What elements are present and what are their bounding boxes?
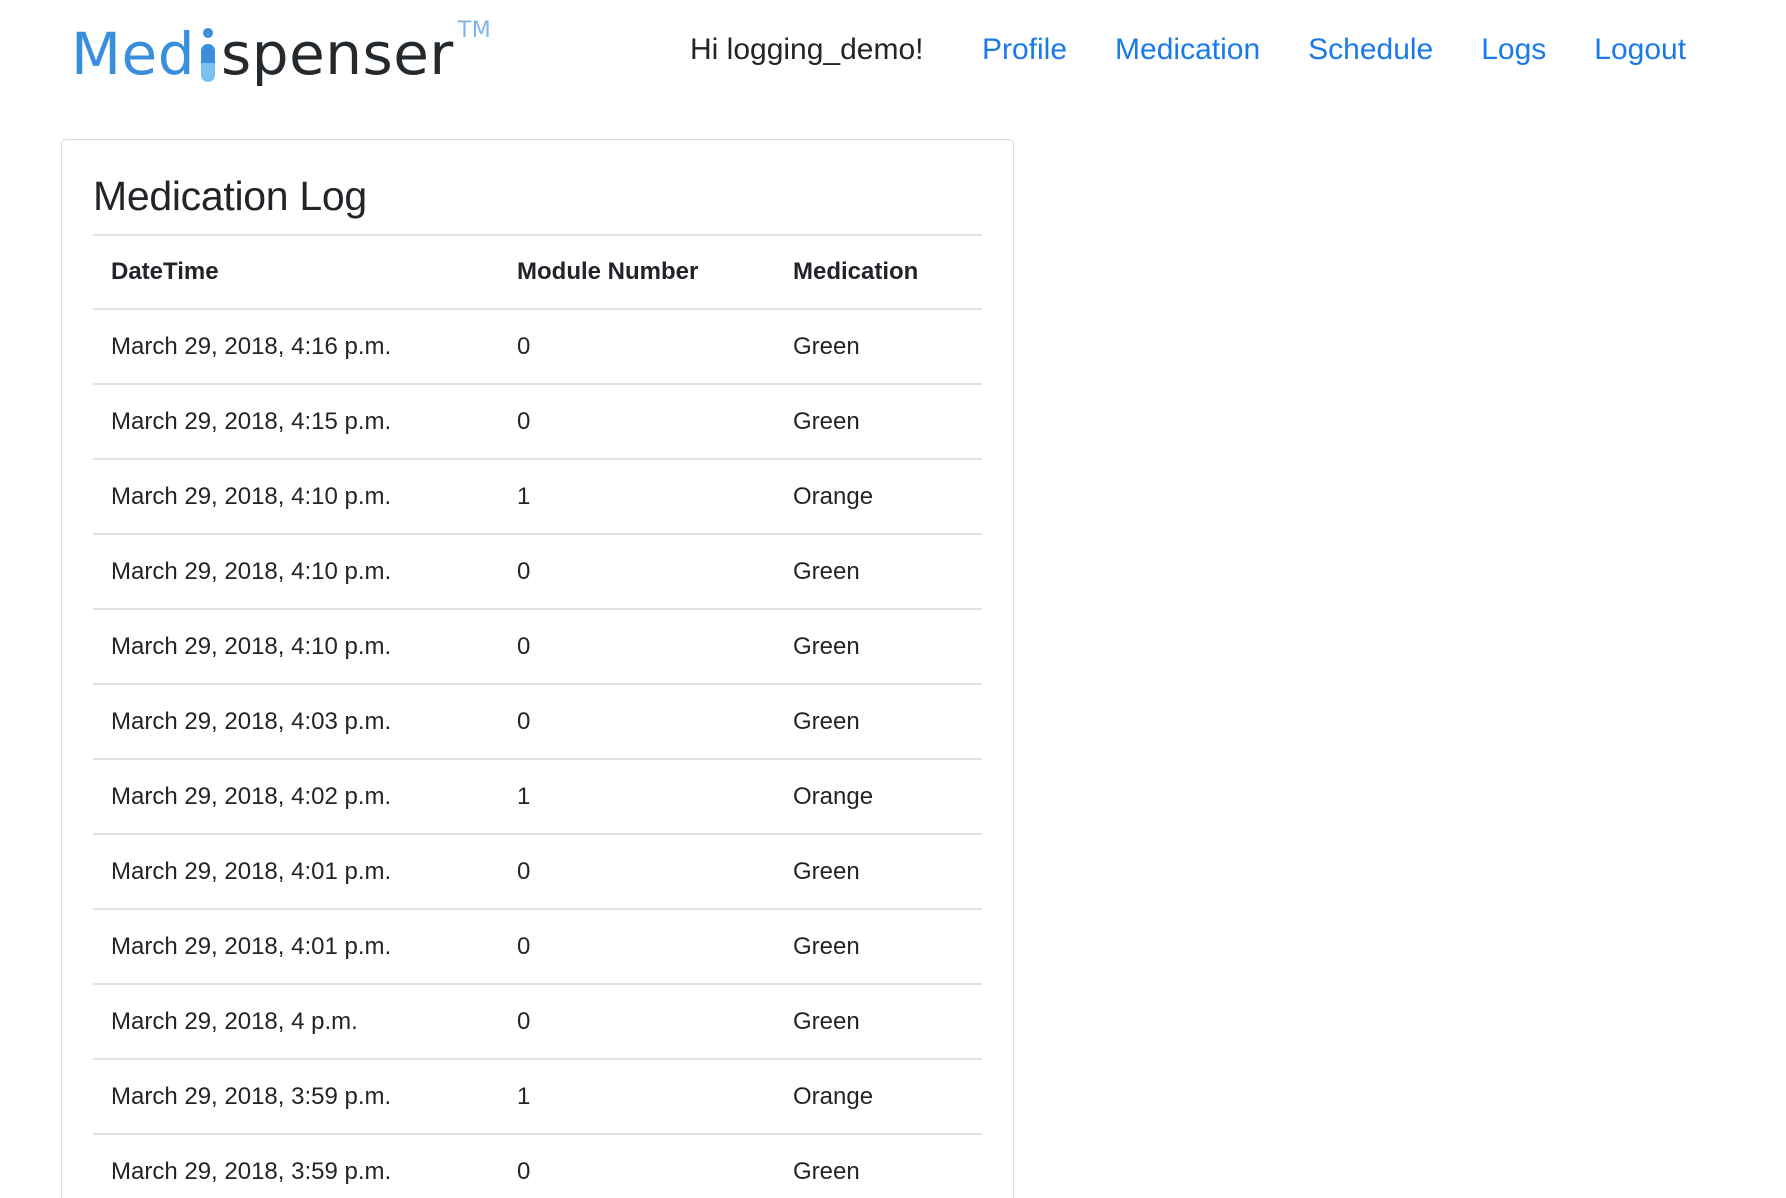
user-greeting: Hi logging_demo! (690, 33, 924, 66)
cell-medication: Green (775, 908, 982, 984)
cell-datetime: March 29, 2018, 4:10 p.m. (93, 533, 499, 609)
table-row: March 29, 2018, 3:59 p.m. 1 Orange (93, 1058, 982, 1134)
cell-module-number: 0 (499, 383, 775, 459)
cell-medication: Green (775, 533, 982, 609)
cell-medication: Green (775, 983, 982, 1059)
column-header-datetime: DateTime (93, 234, 499, 310)
pill-icon (198, 14, 218, 82)
table-row: March 29, 2018, 4:03 p.m. 0 Green (93, 683, 982, 759)
cell-datetime: March 29, 2018, 3:59 p.m. (93, 1058, 499, 1134)
nav-link-medication[interactable]: Medication (1115, 28, 1260, 72)
cell-datetime: March 29, 2018, 4:10 p.m. (93, 458, 499, 534)
column-header-module-number: Module Number (499, 234, 775, 310)
brand-text-med: Med (71, 20, 196, 88)
trademark-mark: TM (457, 18, 492, 43)
cell-module-number: 0 (499, 983, 775, 1059)
cell-datetime: March 29, 2018, 3:59 p.m. (93, 1133, 499, 1198)
cell-module-number: 0 (499, 308, 775, 384)
nav-link-logs[interactable]: Logs (1481, 28, 1546, 72)
page-title: Medication Log (93, 173, 367, 219)
cell-module-number: 0 (499, 683, 775, 759)
cell-medication: Green (775, 833, 982, 909)
cell-medication: Orange (775, 1058, 982, 1134)
cell-medication: Orange (775, 758, 982, 834)
cell-datetime: March 29, 2018, 4:02 p.m. (93, 758, 499, 834)
cell-datetime: March 29, 2018, 4:03 p.m. (93, 683, 499, 759)
cell-module-number: 1 (499, 1058, 775, 1134)
table-header-row: DateTime Module Number Medication (93, 234, 982, 310)
main-nav: Profile Medication Schedule Logs Logout (982, 28, 1686, 72)
nav-link-schedule[interactable]: Schedule (1308, 28, 1433, 72)
brand-text-spenser: spenser (221, 20, 454, 88)
cell-datetime: March 29, 2018, 4:01 p.m. (93, 908, 499, 984)
cell-medication: Green (775, 383, 982, 459)
cell-module-number: 0 (499, 608, 775, 684)
table-row: March 29, 2018, 4:16 p.m. 0 Green (93, 308, 982, 384)
table-row: March 29, 2018, 4:01 p.m. 0 Green (93, 833, 982, 909)
page: Med spenser TM Hi logging_demo! Profile … (0, 0, 1786, 1198)
cell-module-number: 1 (499, 458, 775, 534)
cell-medication: Green (775, 1133, 982, 1198)
cell-datetime: March 29, 2018, 4:16 p.m. (93, 308, 499, 384)
navbar: Med spenser TM Hi logging_demo! Profile … (0, 0, 1786, 110)
cell-medication: Green (775, 683, 982, 759)
brand-logo[interactable]: Med spenser TM (71, 14, 491, 94)
cell-module-number: 0 (499, 533, 775, 609)
cell-medication: Green (775, 608, 982, 684)
cell-datetime: March 29, 2018, 4 p.m. (93, 983, 499, 1059)
table-row: March 29, 2018, 4:10 p.m. 0 Green (93, 533, 982, 609)
table-row: March 29, 2018, 4 p.m. 0 Green (93, 983, 982, 1059)
table-row: March 29, 2018, 3:59 p.m. 0 Green (93, 1133, 982, 1198)
table-row: March 29, 2018, 4:15 p.m. 0 Green (93, 383, 982, 459)
cell-module-number: 1 (499, 758, 775, 834)
cell-module-number: 0 (499, 833, 775, 909)
cell-datetime: March 29, 2018, 4:10 p.m. (93, 608, 499, 684)
cell-medication: Green (775, 308, 982, 384)
table-row: March 29, 2018, 4:10 p.m. 0 Green (93, 608, 982, 684)
column-header-medication: Medication (775, 234, 982, 310)
cell-module-number: 0 (499, 908, 775, 984)
nav-link-logout[interactable]: Logout (1594, 28, 1686, 72)
table-row: March 29, 2018, 4:02 p.m. 1 Orange (93, 758, 982, 834)
table-row: March 29, 2018, 4:10 p.m. 1 Orange (93, 458, 982, 534)
cell-datetime: March 29, 2018, 4:15 p.m. (93, 383, 499, 459)
nav-link-profile[interactable]: Profile (982, 28, 1067, 72)
medication-log-table: DateTime Module Number Medication March … (93, 234, 982, 1198)
medication-log-card: Medication Log DateTime Module Number Me… (61, 139, 1014, 1198)
table-row: March 29, 2018, 4:01 p.m. 0 Green (93, 908, 982, 984)
cell-datetime: March 29, 2018, 4:01 p.m. (93, 833, 499, 909)
cell-medication: Orange (775, 458, 982, 534)
cell-module-number: 0 (499, 1133, 775, 1198)
